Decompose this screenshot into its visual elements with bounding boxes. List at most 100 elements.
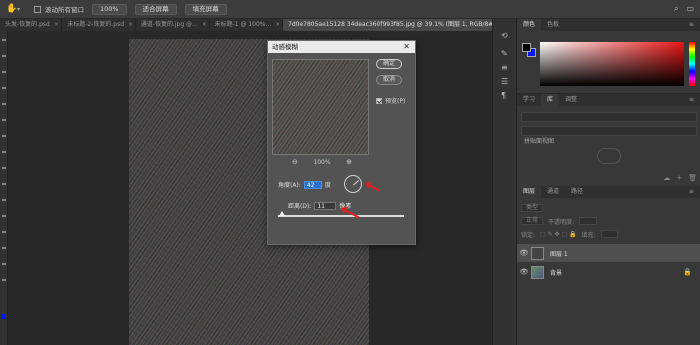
- dialog-titlebar[interactable]: 动感模糊 ✕: [268, 41, 415, 53]
- library-view-dropdown[interactable]: 拼贴面视图: [521, 138, 697, 148]
- canvas-area: [8, 31, 492, 345]
- layer-name[interactable]: 背景: [550, 268, 562, 277]
- tab-document-active[interactable]: 7d0e7805ae15128 34deac360f993f85.jpg @ 3…: [283, 19, 500, 31]
- tool-icon[interactable]: [2, 151, 6, 153]
- blend-row: 正常 不透明度:: [521, 216, 597, 226]
- close-icon[interactable]: ×: [128, 19, 133, 31]
- tool-icon[interactable]: [2, 103, 6, 105]
- tool-icon[interactable]: [2, 71, 6, 73]
- tab-document-4[interactable]: 未标题-1 @ 100%... ×: [210, 19, 284, 31]
- chevron-down-icon[interactable]: ▾: [17, 6, 20, 13]
- tool-icon[interactable]: [2, 279, 6, 281]
- paragraph-icon[interactable]: ¶: [501, 91, 506, 100]
- tab-color[interactable]: 颜色: [517, 19, 542, 31]
- layer-thumbnail: [531, 265, 544, 279]
- slider-thumb[interactable]: [279, 211, 286, 216]
- tab-document-2[interactable]: 未标题-2-恢复的.psd ×: [62, 19, 136, 31]
- distance-input[interactable]: 11: [314, 201, 337, 210]
- motion-blur-dialog: 动感模糊 ✕ 确定 取消 预览(P) ⊖ 100% ⊕ 角度(A): 42 度 …: [267, 40, 416, 245]
- close-icon[interactable]: ×: [202, 19, 207, 31]
- lock-icons[interactable]: ⬚ ✎ ✥ ⬚ 🔒: [540, 231, 577, 238]
- tool-icon[interactable]: [2, 55, 6, 57]
- layers-panel-tabs: 图层 通道 路径 ≡: [517, 186, 700, 198]
- blend-mode-select[interactable]: 正常: [521, 217, 544, 225]
- lock-row: 锁定: ⬚ ✎ ✥ ⬚ 🔒 填充:: [521, 229, 619, 239]
- close-icon[interactable]: ✕: [403, 41, 410, 53]
- zoom-100-button[interactable]: 100%: [92, 3, 127, 15]
- distance-slider[interactable]: [278, 211, 404, 217]
- cloud-sync-icon[interactable]: ☁: [663, 174, 670, 182]
- hand-icon[interactable]: ✋: [6, 4, 17, 14]
- library-footer: ☁ + 🗑: [521, 174, 697, 182]
- adjust-icon[interactable]: ≡: [501, 63, 508, 72]
- library-search-input[interactable]: [521, 126, 697, 136]
- dialog-title: 动感模糊: [272, 43, 298, 51]
- search-icon[interactable]: ⌕: [674, 4, 678, 14]
- panel-dock-icons: ⟲ ✎ ≡ ☰ ¶: [492, 19, 516, 345]
- zoom-out-icon[interactable]: ⊖: [292, 158, 298, 166]
- eye-icon[interactable]: 👁: [517, 249, 531, 257]
- tab-channels[interactable]: 通道: [541, 186, 565, 198]
- tool-icon[interactable]: [2, 215, 6, 217]
- tab-document-3[interactable]: 通道-恢复的.jpg @... ×: [136, 19, 210, 31]
- tab-paths[interactable]: 路径: [565, 186, 589, 198]
- tool-icon[interactable]: [2, 183, 6, 185]
- angle-input[interactable]: 42: [303, 180, 322, 189]
- zoom-in-icon[interactable]: ⊕: [346, 158, 352, 166]
- filter-preview[interactable]: [272, 59, 369, 155]
- tool-icon[interactable]: [2, 119, 6, 121]
- tab-adjustments[interactable]: 调整: [559, 94, 583, 106]
- history-icon[interactable]: ⟲: [501, 31, 508, 40]
- hue-slider[interactable]: [689, 42, 695, 86]
- tool-icon[interactable]: [2, 167, 6, 169]
- foreground-color-swatch[interactable]: [1, 314, 6, 319]
- layer-thumbnail: [531, 246, 544, 260]
- preview-zoom-row: ⊖ 100% ⊕: [292, 158, 352, 166]
- layer-row[interactable]: 👁 背景 🔒: [517, 263, 700, 281]
- close-icon[interactable]: ×: [275, 19, 280, 31]
- tool-icon[interactable]: [2, 135, 6, 137]
- tool-icon[interactable]: [2, 39, 6, 41]
- angle-dial[interactable]: [344, 175, 362, 193]
- preview-checkbox[interactable]: [376, 97, 382, 104]
- opacity-input[interactable]: [579, 217, 597, 225]
- brush-icon[interactable]: ✎: [501, 49, 508, 58]
- library-select[interactable]: [521, 112, 697, 122]
- layers-panel: 图层 通道 路径 ≡ 类型 正常 不透明度: 锁定: ⬚ ✎ ✥ ⬚ 🔒 填充:…: [516, 186, 700, 345]
- cancel-button[interactable]: 取消: [376, 75, 402, 85]
- layer-row[interactable]: 👁 图层 1: [517, 244, 700, 262]
- tool-icon[interactable]: [2, 247, 6, 249]
- fill-input[interactable]: [600, 230, 619, 238]
- tab-learn[interactable]: 学习: [517, 94, 541, 106]
- tab-libraries[interactable]: 库: [541, 94, 560, 106]
- workspace-icon[interactable]: ▭: [686, 4, 694, 14]
- fill-label: 填充:: [581, 231, 596, 239]
- layer-filter-row: 类型: [521, 203, 544, 213]
- trash-icon[interactable]: 🗑: [688, 174, 697, 182]
- panel-menu-icon[interactable]: ≡: [689, 19, 694, 31]
- tab-document-1[interactable]: 头发-恢复的.psd ×: [0, 19, 63, 31]
- eye-icon[interactable]: 👁: [517, 268, 531, 276]
- foreground-swatch[interactable]: [522, 43, 531, 52]
- preview-checkbox-row[interactable]: 预览(P): [376, 96, 405, 105]
- panel-menu-icon[interactable]: ≡: [689, 186, 694, 198]
- angle-row: 角度(A): 42 度: [278, 180, 331, 189]
- color-picker-field[interactable]: [540, 42, 684, 86]
- color-panel: 颜色 色板 ≡: [516, 19, 700, 93]
- tool-icon[interactable]: [2, 263, 6, 265]
- tool-icon[interactable]: [2, 231, 6, 233]
- panel-menu-icon[interactable]: ≡: [689, 94, 694, 106]
- tab-swatches[interactable]: 色板: [541, 19, 565, 31]
- properties-icon[interactable]: ☰: [501, 77, 508, 86]
- tool-icon[interactable]: [2, 87, 6, 89]
- tab-layers[interactable]: 图层: [517, 186, 542, 198]
- close-icon[interactable]: ×: [54, 19, 59, 31]
- ok-button[interactable]: 确定: [376, 59, 402, 69]
- fit-screen-button[interactable]: 适合屏幕: [134, 3, 177, 15]
- layer-name[interactable]: 图层 1: [550, 249, 568, 258]
- fill-screen-button[interactable]: 填充屏幕: [184, 3, 227, 15]
- add-icon[interactable]: +: [676, 174, 682, 182]
- tool-icon[interactable]: [2, 199, 6, 201]
- kind-filter-select[interactable]: 类型: [521, 204, 544, 212]
- scroll-all-checkbox[interactable]: [34, 5, 42, 13]
